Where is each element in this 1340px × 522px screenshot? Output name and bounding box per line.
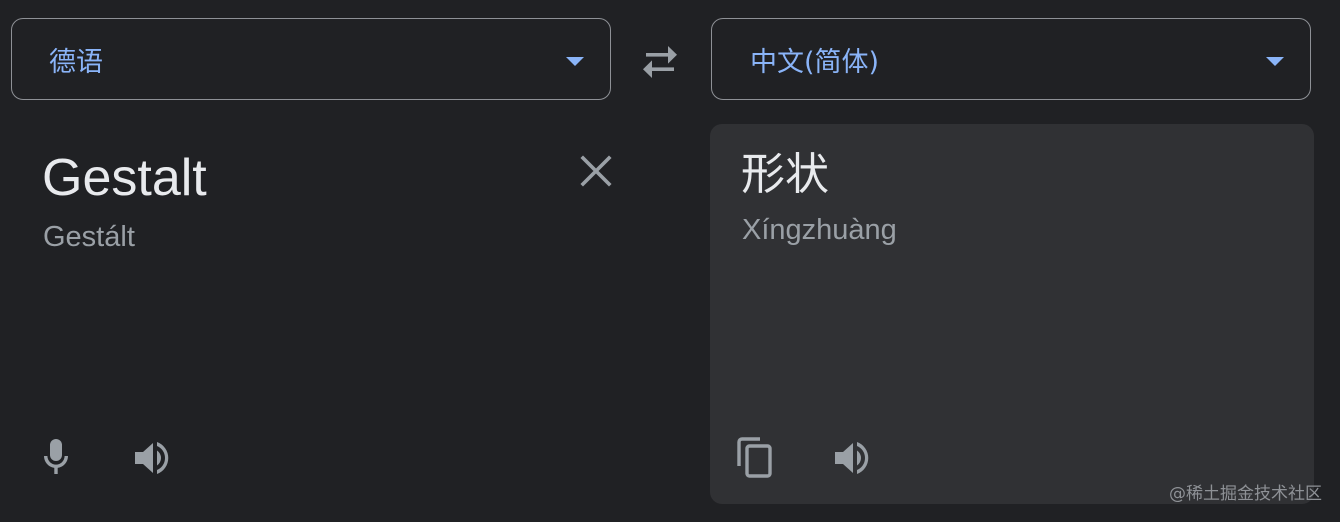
chevron-down-icon [566,57,584,66]
source-listen-button[interactable] [130,436,174,480]
target-language-label: 中文(简体) [750,46,880,78]
swap-languages-button[interactable] [638,42,682,82]
source-text-area[interactable]: Gestalt Gestált [0,124,640,504]
target-language-select[interactable]: 中文(简体) [711,18,1311,100]
translated-text: 形状 [741,149,829,200]
copy-icon [737,437,772,478]
watermark-text: @稀土掘金技术社区 [1169,484,1322,504]
copy-translation-button[interactable] [734,436,778,480]
translate-app: 德语 中文(简体) Gestalt Gestált 形状 Xíngzhuàng … [0,0,1340,522]
translation-result-panel: 形状 Xíngzhuàng [710,124,1314,504]
swap-arrows-icon [643,46,677,78]
source-text[interactable]: Gestalt [42,148,207,208]
close-icon [580,155,612,187]
target-listen-button[interactable] [830,436,874,480]
speaker-icon [835,442,869,474]
microphone-button[interactable] [34,436,78,480]
microphone-icon [43,439,69,474]
source-language-label: 德语 [49,46,103,78]
clear-text-button[interactable] [578,153,614,189]
source-language-select[interactable]: 德语 [11,18,611,100]
source-transliteration: Gestált [43,221,135,253]
chevron-down-icon [1266,57,1284,66]
speaker-icon [135,442,169,474]
target-transliteration: Xíngzhuàng [742,214,897,246]
